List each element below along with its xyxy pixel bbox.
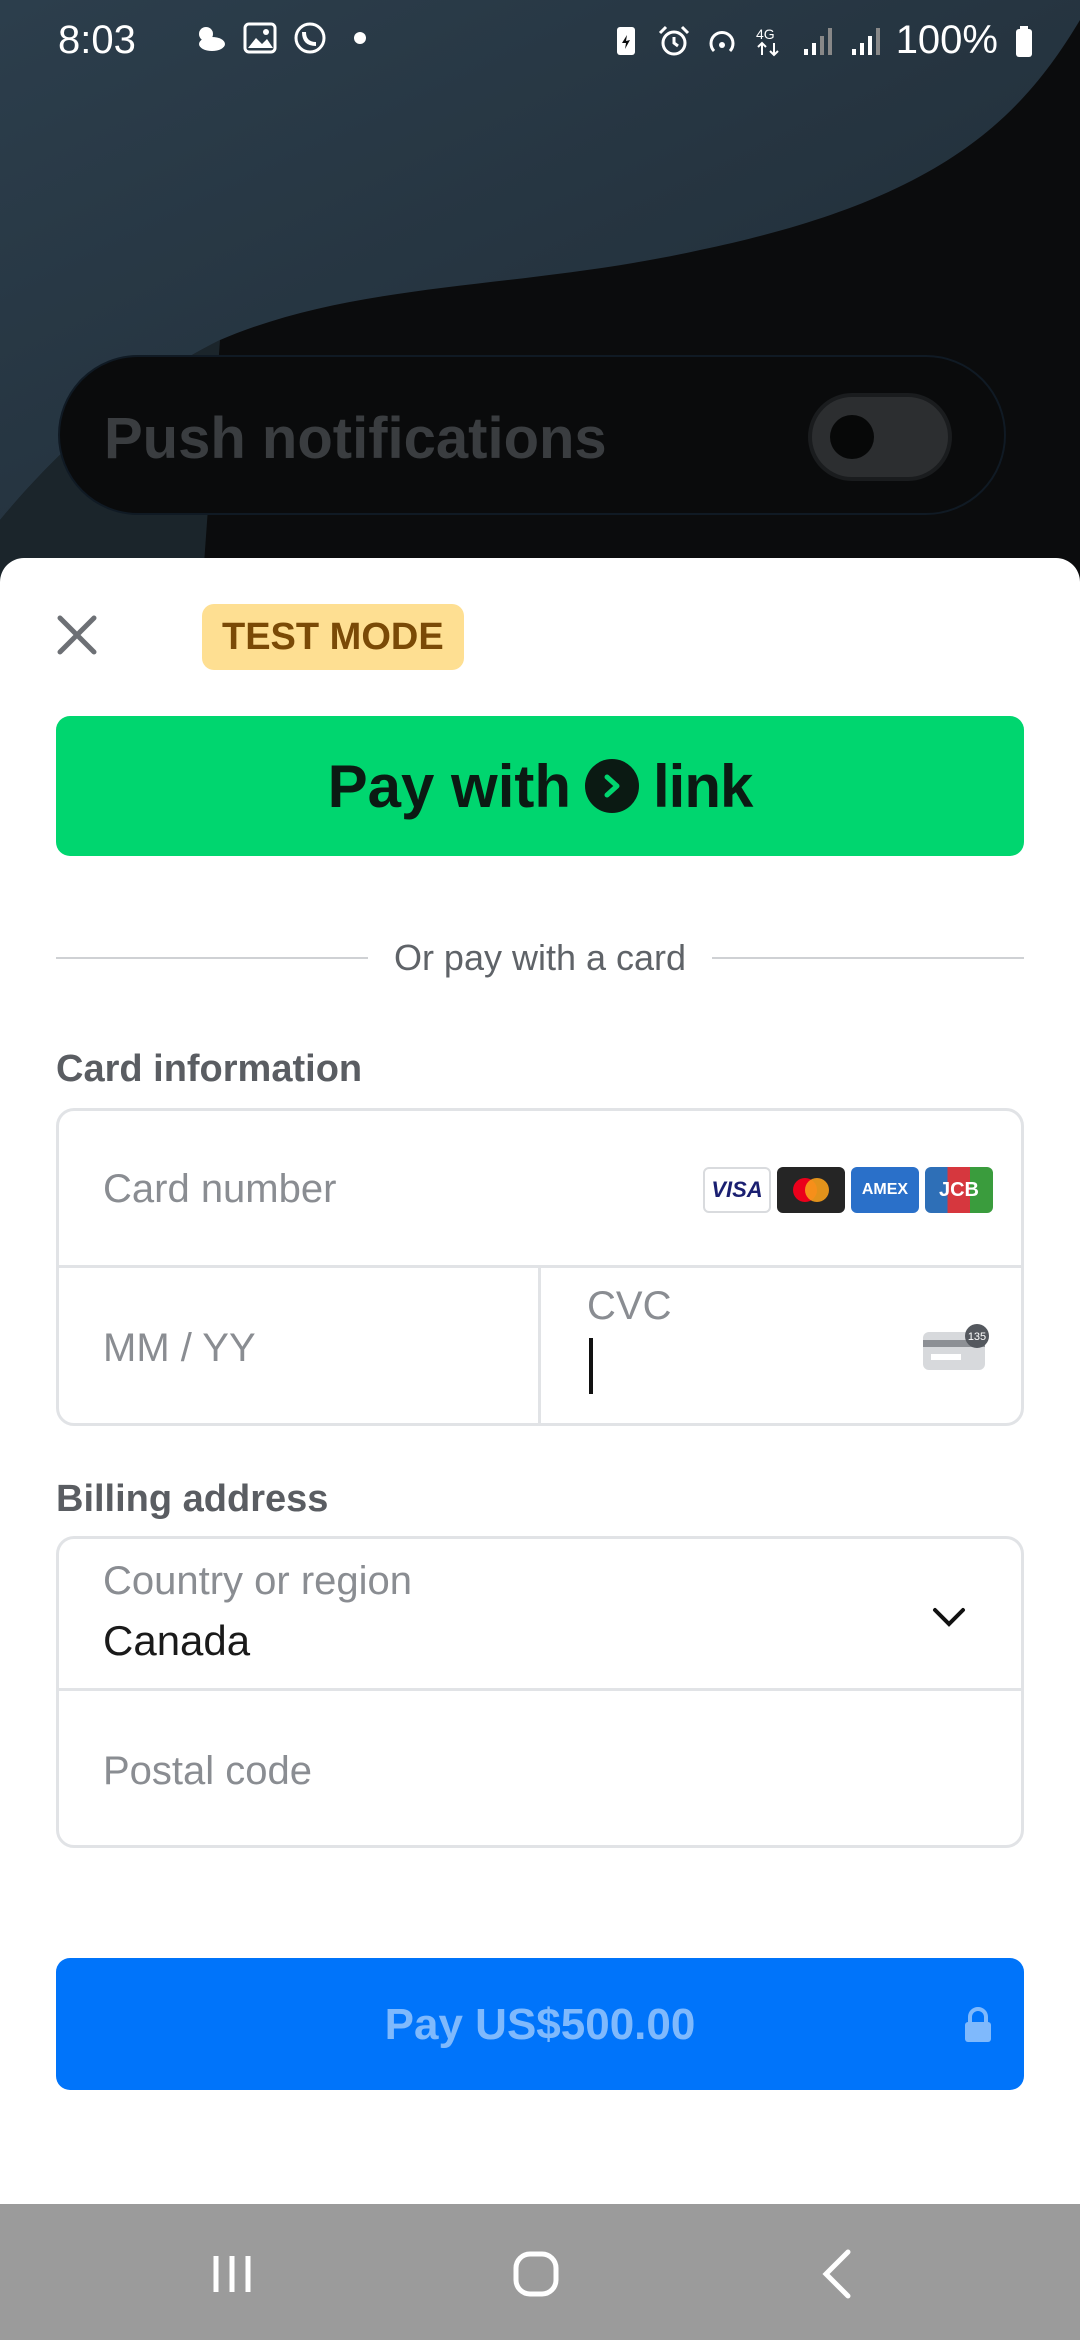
push-notifications-card[interactable]: Push notifications (58, 355, 1006, 515)
expiry-placeholder: MM / YY (103, 1326, 256, 1370)
4g-icon: 4G (756, 26, 779, 56)
or-divider: Or pay with a card (56, 928, 1024, 988)
postal-code-input[interactable]: Postal code (59, 1691, 1021, 1848)
country-select[interactable]: Country or region Canada (59, 1539, 1021, 1691)
card-brands: VISA AMEX JCB (703, 1167, 993, 1213)
card-number-placeholder: Card number (103, 1167, 337, 1211)
home-icon[interactable] (506, 2244, 566, 2304)
link-button-prefix: Pay with (327, 752, 572, 820)
country-value: Canada (103, 1617, 251, 1664)
whatsapp-icon (294, 22, 326, 54)
billing-address-box: Country or region Canada Postal code (56, 1536, 1024, 1848)
pay-button-label: Pay US$500.00 (384, 2000, 696, 2049)
postal-code-placeholder: Postal code (103, 1749, 313, 1793)
visa-icon: VISA (703, 1167, 771, 1213)
payment-sheet: TEST MODE Pay with link Or pay with a ca… (0, 558, 1080, 2204)
cvc-placeholder: CVC (587, 1284, 672, 1328)
card-number-input[interactable]: Card number VISA AMEX JCB (59, 1111, 1021, 1268)
svg-text:4G: 4G (756, 26, 775, 42)
battery-percent: 100% (895, 18, 998, 62)
close-icon[interactable] (52, 610, 102, 660)
gallery-icon (243, 22, 277, 54)
recent-apps-icon[interactable] (202, 2244, 262, 2304)
country-label: Country or region (103, 1559, 413, 1603)
cvc-hint-number: 135 (968, 1331, 986, 1343)
amex-icon: AMEX (851, 1167, 919, 1213)
status-right-icons: 4G 100% (608, 18, 1046, 63)
signal-icon (851, 27, 880, 55)
status-left-icons (192, 20, 378, 56)
divider-line-left (56, 957, 368, 959)
weather-icon (199, 27, 225, 51)
status-bar: 8:03 4G 100% (0, 0, 1080, 82)
test-mode-badge: TEST MODE (202, 604, 464, 670)
dot-icon (354, 32, 366, 44)
expiry-input[interactable]: MM / YY (59, 1268, 541, 1426)
signal-icon (803, 27, 832, 55)
card-information-box: Card number VISA AMEX JCB MM / YY CVC 13… (56, 1108, 1024, 1426)
link-brand-text: link (653, 752, 753, 820)
jcb-icon: JCB (925, 1167, 993, 1213)
navigation-bar (0, 2204, 1080, 2340)
mastercard-icon (777, 1167, 845, 1213)
link-arrow-icon (585, 759, 640, 813)
background-app: 8:03 4G 100% Push notifications (0, 0, 1080, 620)
pay-with-link-button[interactable]: Pay with link (56, 716, 1024, 856)
text-cursor (589, 1338, 593, 1394)
push-notifications-toggle[interactable] (808, 393, 952, 481)
chevron-down-icon (933, 1608, 965, 1627)
alarm-icon (658, 25, 689, 55)
billing-address-label: Billing address (56, 1478, 329, 1520)
hotspot-icon (709, 30, 735, 52)
card-information-label: Card information (56, 1048, 363, 1090)
pay-button[interactable]: Pay US$500.00 (56, 1958, 1024, 2090)
divider-line-right (712, 957, 1024, 959)
lock-icon (965, 2007, 991, 2042)
push-notifications-label: Push notifications (104, 406, 607, 471)
toggle-knob (830, 415, 874, 459)
divider-text: Or pay with a card (393, 937, 687, 978)
background-wave (0, 0, 1080, 620)
cvc-card-icon: 135 (923, 1324, 989, 1370)
status-time: 8:03 (58, 18, 136, 62)
battery-saver-icon (616, 26, 635, 55)
back-icon[interactable] (810, 2244, 870, 2304)
cvc-input[interactable]: CVC 135 (541, 1268, 1021, 1426)
battery-icon (1016, 25, 1032, 57)
